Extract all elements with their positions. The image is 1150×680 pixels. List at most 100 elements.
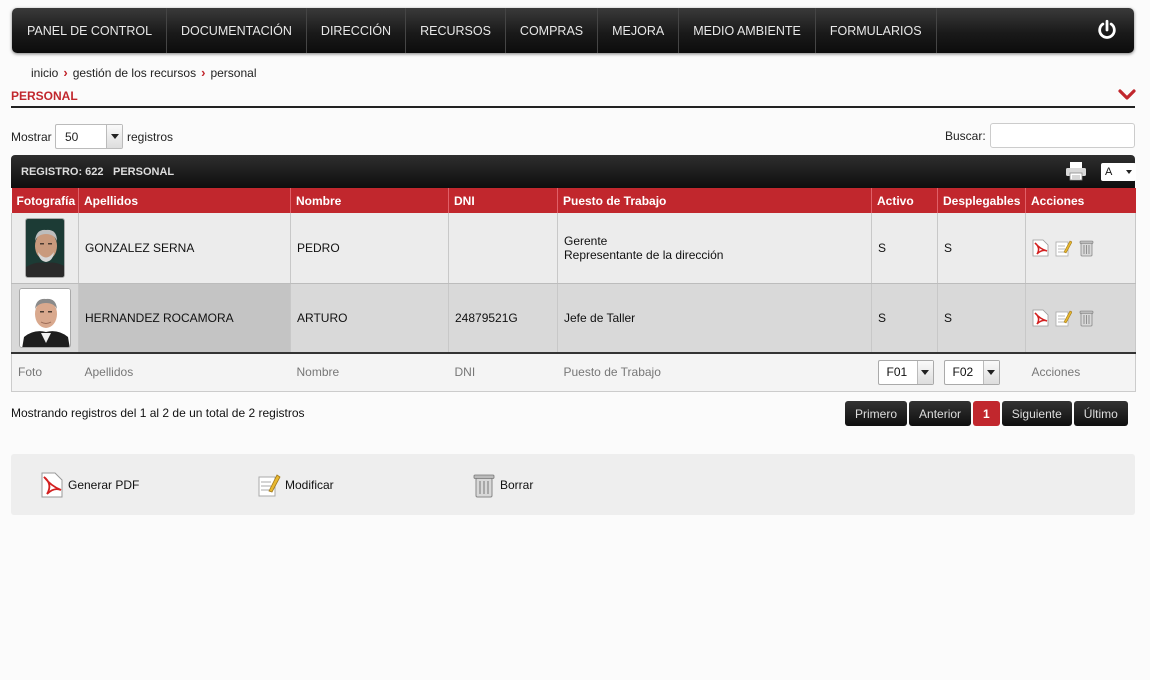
filter-nombre[interactable]: Nombre xyxy=(290,353,449,392)
pdf-icon[interactable] xyxy=(1032,239,1049,257)
filter-desplegables-value: F02 xyxy=(952,364,974,379)
pager-first-button[interactable]: Primero xyxy=(845,401,908,426)
record-count: REGISTRO: 622 xyxy=(21,166,104,178)
legend-edit-label: Modificar xyxy=(285,478,334,492)
cell-acciones xyxy=(1025,213,1136,284)
trash-icon xyxy=(473,474,495,498)
legend-pdf: Generar PDF xyxy=(40,472,139,498)
table-header-row: Fotografía Apellidos Nombre DNI Puesto d… xyxy=(11,188,1136,213)
dropdown-arrow-icon[interactable] xyxy=(106,125,122,148)
cell-puesto: Gerente Representante de la dirección xyxy=(557,213,872,284)
font-size-select[interactable]: A xyxy=(1101,163,1136,181)
edit-icon xyxy=(258,474,281,497)
filter-activo-cell: F01 xyxy=(871,353,938,392)
nav-direccion[interactable]: DIRECCIÓN xyxy=(307,8,407,53)
col-header-nombre[interactable]: Nombre xyxy=(290,188,449,213)
power-icon[interactable] xyxy=(1096,19,1118,41)
photo-cell xyxy=(11,283,79,354)
nav-formularios[interactable]: FORMULARIOS xyxy=(816,8,937,53)
personal-table: Fotografía Apellidos Nombre DNI Puesto d… xyxy=(11,188,1136,392)
nav-compras[interactable]: COMPRAS xyxy=(506,8,599,53)
table-row[interactable]: GONZALEZ SERNA PEDRO Gerente Representan… xyxy=(11,213,1136,284)
col-header-acciones: Acciones xyxy=(1025,188,1136,213)
table-toolbar: REGISTRO: 622 PERSONAL A xyxy=(11,155,1136,188)
table-row[interactable]: HERNANDEZ ROCAMORA ARTURO 24879521G Jefe… xyxy=(11,283,1136,354)
dropdown-arrow-icon[interactable] xyxy=(982,360,999,384)
filter-desplegables-cell: F02 xyxy=(937,353,1026,392)
trash-icon[interactable] xyxy=(1078,309,1095,327)
chevron-right-icon: › xyxy=(201,65,206,80)
col-header-apellidos[interactable]: Apellidos xyxy=(78,188,291,213)
col-header-activo[interactable]: Activo xyxy=(871,188,938,213)
cell-acciones xyxy=(1025,283,1136,354)
page-size-value: 50 xyxy=(65,129,79,144)
pdf-icon xyxy=(41,472,63,498)
dropdown-arrow-icon[interactable] xyxy=(916,360,933,384)
filter-puesto[interactable]: Puesto de Trabajo xyxy=(557,353,872,392)
filter-dni[interactable]: DNI xyxy=(448,353,558,392)
avatar xyxy=(19,287,71,348)
puesto-line: Jefe de Taller xyxy=(564,310,636,325)
nav-panel-de-control[interactable]: PANEL DE CONTROL xyxy=(12,8,168,53)
avatar xyxy=(25,217,65,278)
top-nav: PANEL DE CONTROL DOCUMENTACIÓN DIRECCIÓN… xyxy=(12,8,1134,53)
cell-dni xyxy=(448,213,558,284)
breadcrumb-inicio[interactable]: inicio xyxy=(31,66,58,80)
actions-legend: Generar PDF Modificar Borrar xyxy=(11,454,1135,515)
col-header-dni[interactable]: DNI xyxy=(448,188,558,213)
nav-documentacion[interactable]: DOCUMENTACIÓN xyxy=(167,8,307,53)
section-divider xyxy=(11,106,1135,108)
legend-delete-label: Borrar xyxy=(500,478,534,492)
pager-page-1[interactable]: 1 xyxy=(973,401,1000,426)
page-size-select[interactable]: 50 xyxy=(55,124,123,149)
table-filter-row: Foto Apellidos Nombre DNI Puesto de Trab… xyxy=(11,353,1136,392)
cell-apellidos: HERNANDEZ ROCAMORA xyxy=(78,283,291,354)
col-header-desplegables[interactable]: Desplegables xyxy=(937,188,1026,213)
breadcrumb-personal: personal xyxy=(210,65,257,80)
pagination: Primero Anterior 1 Siguiente Último xyxy=(845,401,1128,426)
cell-nombre: ARTURO xyxy=(290,283,449,354)
nav-recursos[interactable]: RECURSOS xyxy=(406,8,506,53)
printer-icon[interactable] xyxy=(1065,161,1087,181)
pdf-icon[interactable] xyxy=(1032,309,1049,327)
filter-desplegables-select[interactable]: F02 xyxy=(943,359,1000,385)
nav-medio-ambiente[interactable]: MEDIO AMBIENTE xyxy=(679,8,816,53)
filter-foto[interactable]: Foto xyxy=(11,353,79,392)
photo-cell xyxy=(11,213,79,284)
legend-edit: Modificar xyxy=(257,472,334,498)
cell-desplegables: S xyxy=(937,213,1026,284)
show-label: Mostrar xyxy=(11,130,52,144)
cell-activo: S xyxy=(871,283,938,354)
table-info: Mostrando registros del 1 al 2 de un tot… xyxy=(11,406,305,420)
toolbar-section-label: PERSONAL xyxy=(113,166,175,178)
search-input[interactable] xyxy=(990,123,1135,148)
chevron-right-icon: › xyxy=(63,65,68,80)
edit-icon[interactable] xyxy=(1055,239,1072,257)
chevron-down-icon[interactable] xyxy=(1118,88,1136,102)
col-header-fotografia[interactable]: Fotografía xyxy=(11,188,79,213)
font-size-value: A xyxy=(1105,166,1113,178)
puesto-line: Gerente xyxy=(564,233,608,248)
breadcrumb: inicio › gestión de los recursos › perso… xyxy=(31,65,256,80)
pager-next-button[interactable]: Siguiente xyxy=(1001,401,1072,426)
col-header-puesto[interactable]: Puesto de Trabajo xyxy=(557,188,872,213)
cell-apellidos: GONZALEZ SERNA xyxy=(78,213,291,284)
filter-activo-select[interactable]: F01 xyxy=(877,359,934,385)
filter-activo-value: F01 xyxy=(886,364,908,379)
cell-desplegables: S xyxy=(937,283,1026,354)
edit-icon[interactable] xyxy=(1055,309,1072,327)
cell-nombre: PEDRO xyxy=(290,213,449,284)
dropdown-arrow-icon xyxy=(1126,170,1132,174)
trash-icon[interactable] xyxy=(1078,239,1095,257)
legend-pdf-label: Generar PDF xyxy=(68,478,140,492)
pager-prev-button[interactable]: Anterior xyxy=(909,401,972,426)
cell-activo: S xyxy=(871,213,938,284)
cell-puesto: Jefe de Taller xyxy=(557,283,872,354)
legend-delete: Borrar xyxy=(472,472,533,498)
cell-dni: 24879521G xyxy=(448,283,558,354)
pager-last-button[interactable]: Último xyxy=(1073,401,1128,426)
nav-mejora[interactable]: MEJORA xyxy=(598,8,680,53)
page-title: PERSONAL xyxy=(11,89,78,103)
filter-apellidos[interactable]: Apellidos xyxy=(78,353,291,392)
breadcrumb-gestion[interactable]: gestión de los recursos xyxy=(73,66,196,80)
